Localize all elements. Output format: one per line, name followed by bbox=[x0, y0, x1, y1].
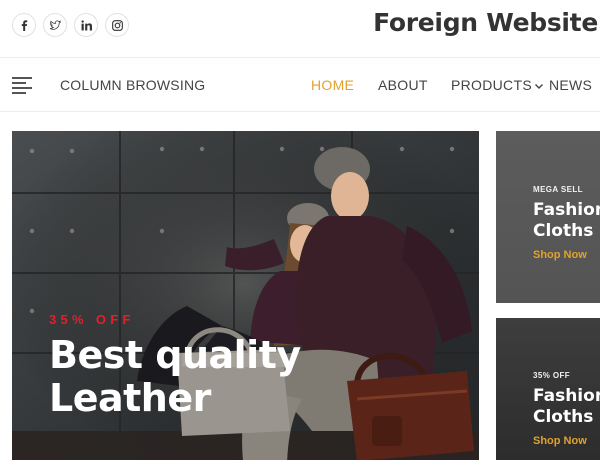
promo-title-line2: Cloths 4 bbox=[533, 221, 600, 242]
nav-item-home[interactable]: HOME bbox=[311, 77, 354, 93]
instagram-icon bbox=[111, 19, 123, 31]
nav-item-products[interactable]: PRODUCTS bbox=[451, 77, 544, 93]
linkedin-icon bbox=[80, 19, 92, 30]
shop-now-link[interactable]: Shop Now bbox=[533, 435, 587, 447]
promo-banner-2[interactable]: 35% OFF Fashion Cloths 4 Shop Now bbox=[496, 318, 600, 460]
main-nav: COLUMN BROWSING HOME ABOUT PRODUCTS NEWS bbox=[0, 57, 600, 112]
top-bar: Foreign Website bbox=[0, 0, 600, 56]
promo-title-text: Cloths bbox=[533, 407, 594, 427]
menu-icon[interactable] bbox=[12, 76, 34, 94]
promo-tag: 35% OFF bbox=[533, 371, 571, 380]
promo-banner-1[interactable]: MEGA SELL Fashion Cloths 4 Shop Now bbox=[496, 131, 600, 303]
site-title[interactable]: Foreign Website bbox=[373, 8, 598, 37]
chevron-down-icon bbox=[534, 84, 543, 90]
hero-heading: Best quality Leather bbox=[49, 333, 301, 420]
promo-title-text: Cloths bbox=[533, 221, 594, 241]
social-links bbox=[12, 13, 129, 37]
promo-title-line1: Fashion bbox=[533, 386, 600, 406]
promo-title-line2: Cloths 4 bbox=[533, 407, 600, 428]
promo-tag: MEGA SELL bbox=[533, 185, 583, 194]
promo-title-line1: Fashion bbox=[533, 200, 600, 220]
column-browsing-link[interactable]: COLUMN BROWSING bbox=[60, 77, 205, 93]
hero-banner[interactable]: 35% OFF Best quality Leather bbox=[12, 131, 479, 460]
nav-item-about[interactable]: ABOUT bbox=[378, 77, 428, 93]
facebook-link[interactable] bbox=[12, 13, 36, 37]
hero-discount-label: 35% OFF bbox=[49, 312, 135, 327]
nav-item-products-label: PRODUCTS bbox=[451, 77, 532, 93]
shop-now-link[interactable]: Shop Now bbox=[533, 249, 587, 261]
linkedin-link[interactable] bbox=[74, 13, 98, 37]
facebook-icon bbox=[21, 19, 27, 31]
nav-item-news[interactable]: NEWS bbox=[549, 77, 592, 93]
twitter-link[interactable] bbox=[43, 13, 67, 37]
instagram-link[interactable] bbox=[105, 13, 129, 37]
twitter-icon bbox=[49, 19, 61, 30]
